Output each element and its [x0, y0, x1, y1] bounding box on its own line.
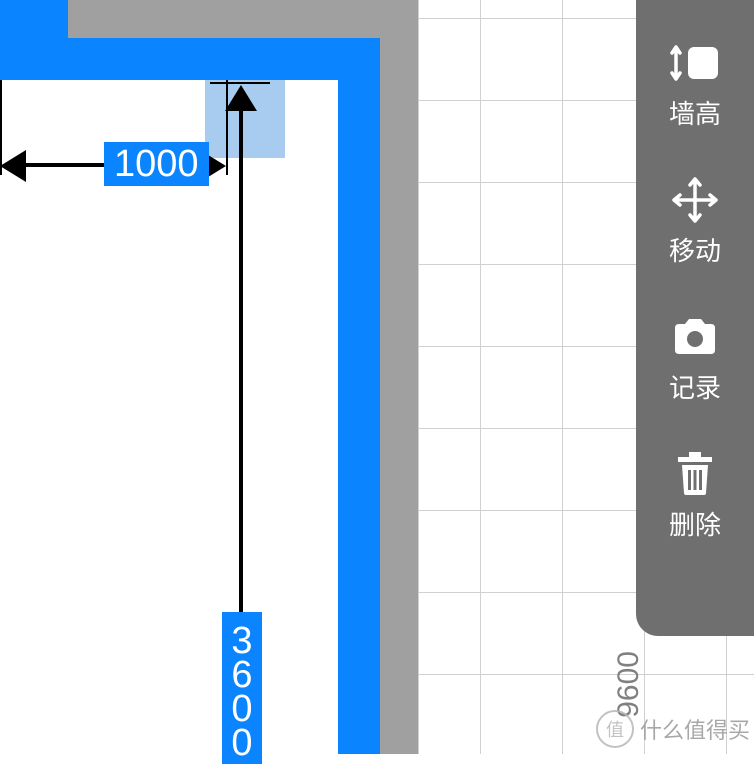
watermark-badge-icon: 值: [596, 710, 634, 748]
delete-button[interactable]: 删除: [636, 423, 754, 560]
wall-height-icon: [668, 40, 722, 86]
outer-wall-right: [380, 0, 418, 754]
dimension-label-horizontal[interactable]: 1000: [104, 142, 209, 186]
right-toolbar: 墙高 移动 记录: [636, 0, 754, 636]
trash-icon: [668, 451, 722, 497]
tool-label: 记录: [669, 368, 721, 405]
record-button[interactable]: 记录: [636, 286, 754, 423]
dimension-label-vertical[interactable]: 3600: [222, 612, 262, 764]
floorplan-canvas[interactable]: 1000 3600 9600 墙高 移动: [0, 0, 754, 754]
tool-label: 移动: [669, 231, 721, 268]
dim-tick: [210, 82, 270, 84]
watermark-text: 什么值得买: [640, 713, 750, 745]
move-icon: [668, 177, 722, 223]
arrow-left-icon: [0, 150, 26, 182]
inner-wall-top[interactable]: [0, 38, 380, 80]
grid-dimension-label: 9600: [612, 651, 646, 718]
watermark: 值 什么值得买: [596, 710, 750, 748]
inner-wall-stub[interactable]: [0, 0, 68, 38]
tool-label: 墙高: [669, 94, 721, 131]
move-button[interactable]: 移动: [636, 149, 754, 286]
wall-height-button[interactable]: 墙高: [636, 0, 754, 149]
camera-icon: [668, 314, 722, 360]
tool-label: 删除: [669, 505, 721, 542]
inner-wall-right[interactable]: [338, 38, 380, 754]
